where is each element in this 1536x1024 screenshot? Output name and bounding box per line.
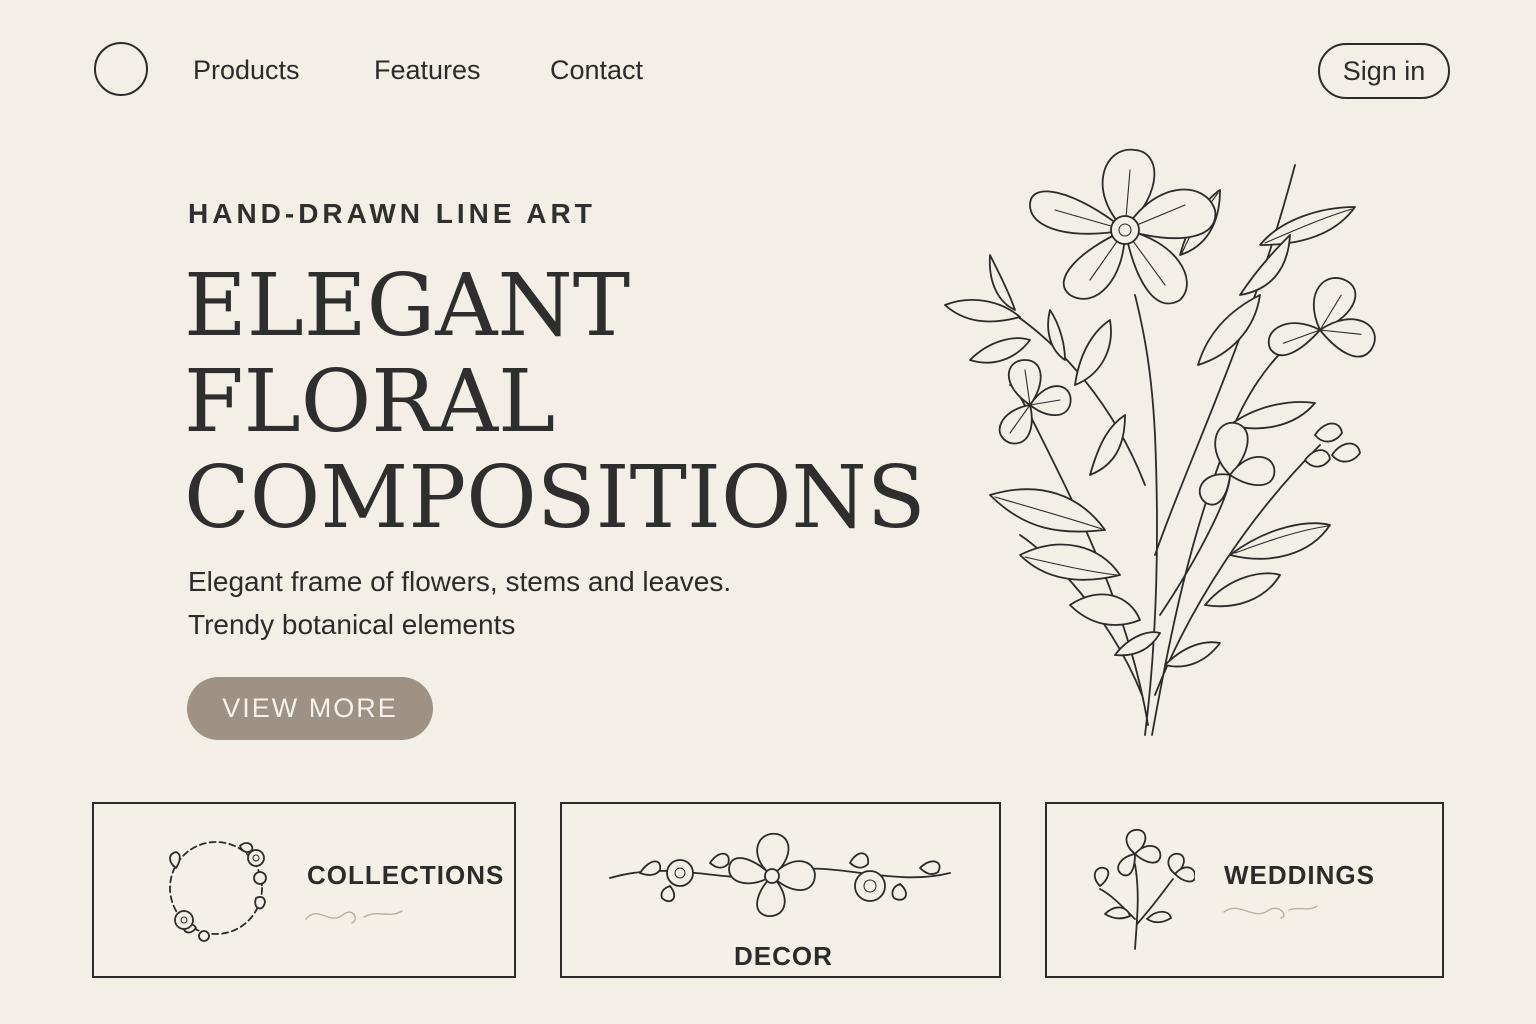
weddings-label: WEDDINGS [1224,860,1375,890]
floral-sprig-icon [1093,829,1195,950]
decor-label: DECOR [734,941,833,971]
collections-card[interactable]: COLLECTIONS [92,802,516,978]
nav-link-products[interactable]: Products [193,52,300,88]
decor-card[interactable]: DECOR [560,802,1001,978]
landing-page: Products Features Contact Sign in HAND-D… [0,0,1536,1024]
floral-garland-icon [609,833,951,917]
logo-circle-icon[interactable] [94,42,148,96]
nav-link-contact[interactable]: Contact [550,52,643,88]
hero-eyebrow: HAND-DRAWN LINE ART [188,198,596,229]
weddings-card[interactable]: WEDDINGS [1045,802,1444,978]
view-more-button[interactable]: VIEW MORE [187,677,433,740]
nav-link-features[interactable]: Features [374,52,481,88]
collections-label: COLLECTIONS [307,860,505,890]
subtext-line-1: Elegant frame of flowers, stems and leav… [188,566,732,597]
headline-line-1: ELEGANT [184,256,631,356]
sign-in-button[interactable]: Sign in [1318,43,1450,99]
subtext-line-2: Trendy botanical elements [188,609,516,640]
headline-line-2: FLORAL [184,352,556,452]
headline-line-3: COMPOSITIONS [184,448,926,548]
hero-subtext: Elegant frame of flowers, stems and leav… [188,560,731,646]
swash-ornament-icon [1223,905,1318,919]
floral-bouquet-illustration [944,148,1376,736]
hero-headline: ELEGANT FLORAL COMPOSITIONS [184,258,926,546]
swash-ornament-icon [305,910,403,924]
floral-wreath-icon [169,841,267,942]
